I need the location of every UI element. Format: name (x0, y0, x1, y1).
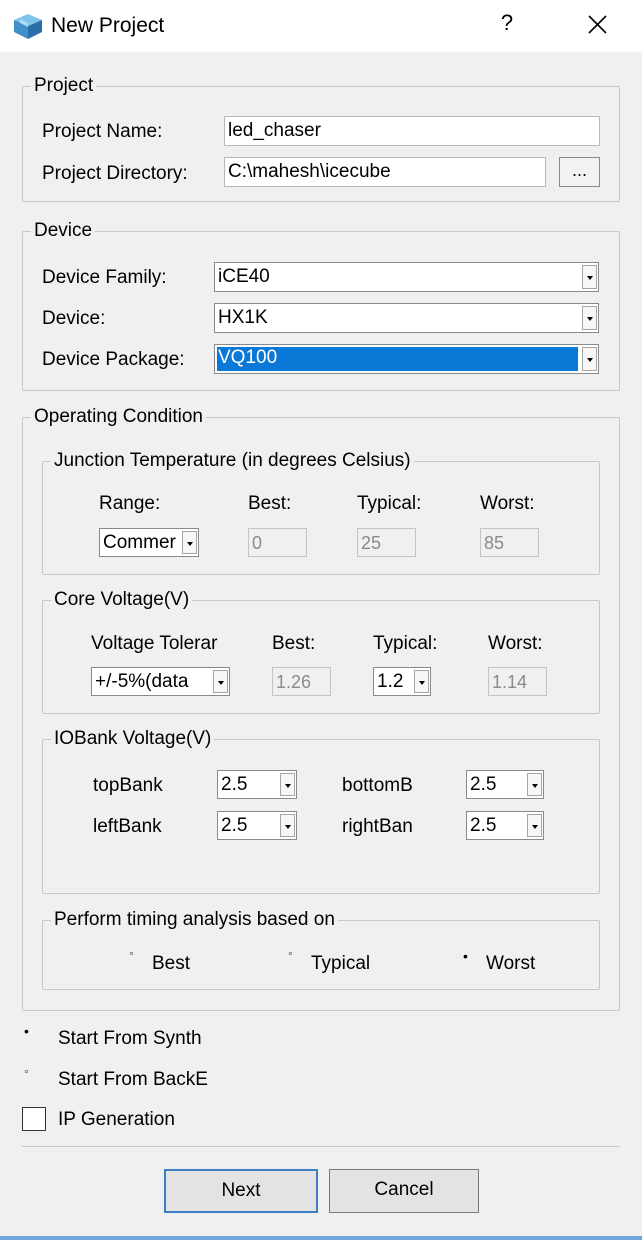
right-bank-value: 2.5 (470, 815, 497, 836)
chevron-down-icon[interactable] (582, 306, 597, 330)
timing-analysis-legend: Perform timing analysis based on (51, 908, 338, 932)
core-voltage-group: Core Voltage(V) (42, 588, 600, 714)
next-button[interactable]: Next (164, 1169, 318, 1213)
project-directory-label: Project Directory: (42, 163, 188, 184)
core-voltage-legend: Core Voltage(V) (51, 588, 193, 612)
ip-generation-label[interactable]: IP Generation (58, 1108, 175, 1132)
junction-worst-label: Worst: (480, 493, 535, 514)
divider (22, 1146, 620, 1147)
timing-best-label[interactable]: Best (152, 952, 190, 976)
bottom-bank-label: bottomB (342, 775, 413, 796)
device-legend: Device (31, 219, 96, 243)
junction-range-select[interactable]: Commer (99, 528, 199, 557)
chevron-down-icon[interactable] (582, 347, 597, 371)
left-bank-label: leftBank (93, 816, 162, 837)
junction-typical-field: 25 (357, 528, 416, 557)
bottom-bank-value: 2.5 (470, 774, 497, 795)
core-worst-field: 1.14 (488, 667, 547, 696)
cancel-button[interactable]: Cancel (329, 1169, 479, 1213)
device-family-label: Device Family: (42, 267, 167, 288)
junction-range-value: Commer (103, 532, 176, 553)
device-family-value: iCE40 (218, 266, 270, 287)
junction-worst-field: 85 (480, 528, 539, 557)
right-bank-label: rightBan (342, 816, 413, 837)
junction-range-label: Range: (99, 493, 161, 514)
left-bank-value: 2.5 (221, 815, 248, 836)
voltage-tolerance-value: +/-5%(data (95, 671, 189, 692)
chevron-down-icon[interactable] (280, 773, 295, 796)
device-package-label: Device Package: (42, 349, 185, 370)
voltage-tolerance-label: Voltage Tolerar (91, 633, 218, 654)
browse-button[interactable]: ... (559, 157, 600, 187)
project-legend: Project (31, 74, 97, 98)
window-title: New Project (51, 14, 165, 37)
timing-worst-label[interactable]: Worst (486, 952, 535, 976)
project-name-input[interactable]: led_chaser (224, 116, 600, 146)
start-synth-label[interactable]: Start From Synth (58, 1027, 202, 1051)
chevron-down-icon[interactable] (280, 814, 295, 837)
timing-typical-radio[interactable]: ° (288, 949, 293, 963)
device-value: HX1K (218, 307, 268, 328)
chevron-down-icon[interactable] (582, 265, 597, 289)
chevron-down-icon[interactable] (414, 670, 429, 693)
top-bank-label: topBank (93, 775, 163, 796)
chevron-down-icon[interactable] (182, 531, 197, 554)
device-label: Device: (42, 308, 106, 329)
core-typical-select[interactable]: 1.2 (373, 667, 431, 696)
project-name-label: Project Name: (42, 121, 163, 142)
ip-generation-checkbox[interactable] (22, 1107, 46, 1131)
operating-condition-legend: Operating Condition (31, 405, 206, 429)
core-worst-label: Worst: (488, 633, 543, 654)
start-synth-radio[interactable]: • (24, 1024, 29, 1038)
cube-app-icon (14, 14, 42, 39)
device-package-value: VQ100 (217, 347, 578, 371)
top-bank-select[interactable]: 2.5 (217, 770, 297, 799)
junction-temperature-group: Junction Temperature (in degrees Celsius… (42, 449, 600, 575)
start-backend-radio[interactable]: ° (24, 1067, 29, 1081)
junction-temperature-legend: Junction Temperature (in degrees Celsius… (51, 449, 414, 473)
core-best-label: Best: (272, 633, 316, 654)
voltage-tolerance-select[interactable]: +/-5%(data (91, 667, 230, 696)
core-best-field: 1.26 (272, 667, 331, 696)
timing-best-radio[interactable]: ° (129, 949, 134, 963)
device-package-select[interactable]: VQ100 (214, 344, 599, 374)
right-bank-select[interactable]: 2.5 (466, 811, 544, 840)
chevron-down-icon[interactable] (213, 670, 228, 693)
chevron-down-icon[interactable] (527, 814, 542, 837)
title-bar: New Project ? (0, 0, 642, 52)
core-typical-label: Typical: (373, 633, 438, 654)
timing-worst-radio[interactable]: • (463, 949, 468, 963)
bottom-bank-select[interactable]: 2.5 (466, 770, 544, 799)
device-select[interactable]: HX1K (214, 303, 599, 333)
junction-typical-label: Typical: (357, 493, 422, 514)
core-typical-value: 1.2 (377, 671, 404, 692)
timing-typical-label[interactable]: Typical (311, 952, 370, 976)
junction-best-label: Best: (248, 493, 292, 514)
device-family-select[interactable]: iCE40 (214, 262, 599, 292)
help-button[interactable]: ? (494, 10, 520, 40)
junction-best-field: 0 (248, 528, 307, 557)
close-icon[interactable] (580, 8, 614, 42)
iobank-voltage-legend: IOBank Voltage(V) (51, 727, 215, 751)
window-bottom-border (0, 1236, 642, 1240)
top-bank-value: 2.5 (221, 774, 248, 795)
project-directory-input[interactable]: C:\mahesh\icecube (224, 157, 546, 187)
left-bank-select[interactable]: 2.5 (217, 811, 297, 840)
start-backend-label[interactable]: Start From BackE (58, 1068, 208, 1092)
chevron-down-icon[interactable] (527, 773, 542, 796)
